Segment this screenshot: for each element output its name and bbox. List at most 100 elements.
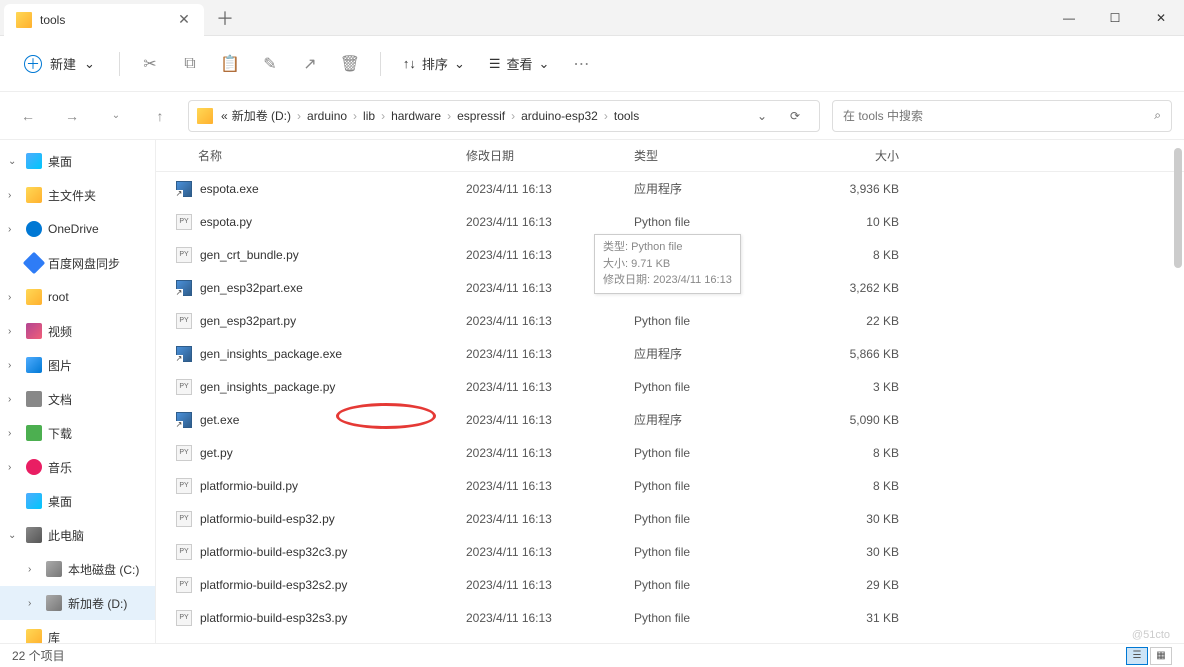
column-header-size[interactable]: 大小: [779, 147, 919, 164]
file-icon: [176, 412, 192, 428]
sidebar-item[interactable]: › OneDrive: [0, 212, 155, 246]
file-name-cell: gen_insights_package.exe: [156, 346, 466, 362]
breadcrumb-item[interactable]: arduino-esp32: [521, 109, 598, 123]
search-box[interactable]: ⌕: [832, 100, 1172, 132]
breadcrumb-item[interactable]: lib: [363, 109, 375, 123]
sidebar-item[interactable]: › 下载: [0, 416, 155, 450]
share-button[interactable]: ↗: [292, 46, 328, 82]
file-name-cell: get.exe: [156, 412, 466, 428]
file-date: 2023/4/11 16:13: [466, 479, 634, 493]
up-button[interactable]: ↑: [144, 100, 176, 132]
file-row[interactable]: gen_crt_bundle.py 2023/4/11 16:13 Python…: [156, 238, 1184, 271]
view-button[interactable]: ☰ 查看 ⌄: [479, 48, 560, 79]
file-row[interactable]: platformio-build-esp32.py 2023/4/11 16:1…: [156, 502, 1184, 535]
sidebar-item[interactable]: ⌄ 桌面: [0, 144, 155, 178]
file-icon: [176, 247, 192, 263]
nav-icon: [26, 493, 42, 509]
sidebar-item[interactable]: 桌面: [0, 484, 155, 518]
sidebar-item[interactable]: 百度网盘同步: [0, 246, 155, 280]
file-row[interactable]: gen_esp32part.py 2023/4/11 16:13 Python …: [156, 304, 1184, 337]
nav-icon: [26, 459, 42, 475]
close-button[interactable]: ✕: [1138, 0, 1184, 36]
file-name-cell: platformio-build-esp32c3.py: [156, 544, 466, 560]
file-row[interactable]: get.exe 2023/4/11 16:13 应用程序 5,090 KB: [156, 403, 1184, 436]
chevron-icon: ›: [8, 462, 20, 473]
file-date: 2023/4/11 16:13: [466, 413, 634, 427]
chevron-left-icon[interactable]: «: [221, 109, 228, 123]
sidebar-item[interactable]: › 文档: [0, 382, 155, 416]
chevron-icon: ›: [8, 360, 20, 371]
back-button[interactable]: ←: [12, 100, 44, 132]
tab-close-button[interactable]: ✕: [176, 12, 192, 28]
file-row[interactable]: gen_insights_package.exe 2023/4/11 16:13…: [156, 337, 1184, 370]
nav-icon: [26, 187, 42, 203]
new-button-label: 新建: [50, 54, 76, 73]
chevron-down-icon: ⌄: [454, 56, 465, 72]
file-row[interactable]: gen_esp32part.exe 2023/4/11 16:13 应用程序 3…: [156, 271, 1184, 304]
scrollbar-thumb[interactable]: [1174, 148, 1182, 268]
file-name-cell: espota.exe: [156, 181, 466, 197]
refresh-button[interactable]: ⟳: [779, 109, 811, 123]
breadcrumb-item[interactable]: arduino: [307, 109, 347, 123]
file-row[interactable]: get.py 2023/4/11 16:13 Python file 8 KB: [156, 436, 1184, 469]
nav-icon: [26, 357, 42, 373]
file-type: Python file: [634, 215, 779, 229]
window-tab[interactable]: tools ✕: [4, 4, 204, 36]
sort-icon: ↑↓: [403, 56, 416, 71]
maximize-button[interactable]: ☐: [1092, 0, 1138, 36]
sidebar-item[interactable]: › 主文件夹: [0, 178, 155, 212]
file-size: 22 KB: [779, 314, 919, 328]
sidebar-item[interactable]: › 本地磁盘 (C:): [0, 552, 155, 586]
chevron-right-icon: ›: [447, 109, 451, 123]
sidebar-item[interactable]: 库: [0, 620, 155, 643]
rename-button[interactable]: ✎: [252, 46, 288, 82]
sidebar-item[interactable]: › 音乐: [0, 450, 155, 484]
sort-button[interactable]: ↑↓ 排序 ⌄: [393, 48, 475, 79]
column-header-name[interactable]: 名称: [156, 147, 466, 164]
forward-button[interactable]: →: [56, 100, 88, 132]
column-header-date[interactable]: 修改日期: [466, 147, 634, 164]
icons-view-button[interactable]: ▦: [1150, 647, 1172, 665]
recent-button[interactable]: ⌄: [100, 100, 132, 132]
file-name: get.py: [200, 446, 233, 460]
sidebar-item[interactable]: ⌄ 此电脑: [0, 518, 155, 552]
new-tab-button[interactable]: ＋: [204, 5, 246, 31]
file-name: gen_esp32part.py: [200, 314, 296, 328]
sidebar-item[interactable]: › 图片: [0, 348, 155, 382]
file-row[interactable]: platformio-build-esp32s3.py 2023/4/11 16…: [156, 601, 1184, 634]
file-row[interactable]: platformio-build.py 2023/4/11 16:13 Pyth…: [156, 469, 1184, 502]
file-row[interactable]: espota.py 2023/4/11 16:13 Python file 10…: [156, 205, 1184, 238]
file-name: platformio-build-esp32s2.py: [200, 578, 347, 592]
file-row[interactable]: platformio-build-esp32s2.py 2023/4/11 16…: [156, 568, 1184, 601]
breadcrumb-item[interactable]: tools: [614, 109, 639, 123]
file-row[interactable]: platformio-build-esp32c3.py 2023/4/11 16…: [156, 535, 1184, 568]
nav-label: 百度网盘同步: [48, 255, 120, 272]
address-dropdown[interactable]: ⌄: [749, 109, 775, 123]
nav-icon: [26, 289, 42, 305]
chevron-down-icon: ⌄: [84, 56, 95, 72]
sidebar-item[interactable]: › root: [0, 280, 155, 314]
window-controls: — ☐ ✕: [1046, 0, 1184, 36]
file-name-cell: platformio-build-esp32.py: [156, 511, 466, 527]
file-row[interactable]: gen_insights_package.py 2023/4/11 16:13 …: [156, 370, 1184, 403]
breadcrumb-item[interactable]: hardware: [391, 109, 441, 123]
delete-button[interactable]: 🗑: [332, 46, 368, 82]
details-view-button[interactable]: ☰: [1126, 647, 1148, 665]
minimize-button[interactable]: —: [1046, 0, 1092, 36]
more-button[interactable]: ⋯: [563, 46, 599, 82]
search-icon[interactable]: ⌕: [1154, 108, 1161, 123]
sidebar-item[interactable]: › 视频: [0, 314, 155, 348]
breadcrumb-item[interactable]: espressif: [457, 109, 505, 123]
copy-button[interactable]: ⧉: [172, 46, 208, 82]
file-row[interactable]: espota.exe 2023/4/11 16:13 应用程序 3,936 KB: [156, 172, 1184, 205]
item-count: 22 个项目: [12, 647, 65, 664]
column-header-type[interactable]: 类型: [634, 147, 779, 164]
sidebar-item[interactable]: › 新加卷 (D:): [0, 586, 155, 620]
cut-button[interactable]: ✂: [132, 46, 168, 82]
breadcrumb-item[interactable]: 新加卷 (D:): [232, 107, 291, 124]
new-button[interactable]: ＋ 新建 ⌄: [12, 48, 107, 79]
file-type: Python file: [634, 446, 779, 460]
breadcrumb[interactable]: « 新加卷 (D:) › arduino › lib › hardware › …: [188, 100, 820, 132]
paste-button[interactable]: 📋: [212, 46, 248, 82]
search-input[interactable]: [843, 109, 1146, 123]
